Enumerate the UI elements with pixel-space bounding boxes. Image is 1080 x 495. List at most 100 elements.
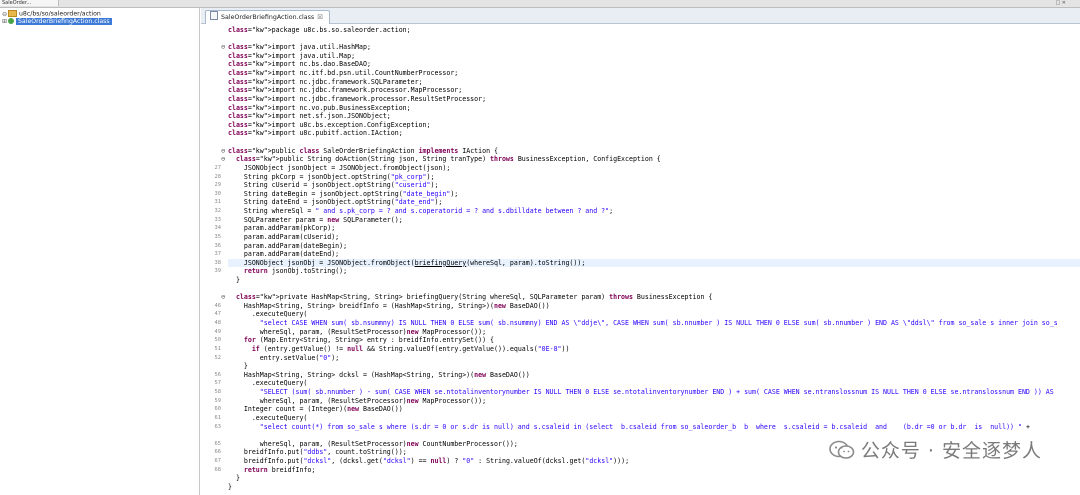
line-number: 31 [214, 199, 222, 206]
code-line[interactable]: .executeQuery( [228, 379, 1080, 388]
folder-icon [8, 10, 17, 17]
code-line[interactable]: param.addParam(dateEnd); [228, 250, 1080, 259]
top-strip: SaleOrder... □ ✕ [0, 0, 1080, 8]
code-line[interactable]: String cUserid = jsonObject.optString("c… [228, 181, 1080, 190]
watermark: 公众号 · 安全逐梦人 [829, 436, 1042, 463]
class-file-icon [210, 11, 218, 20]
line-number: 68 [214, 466, 222, 473]
line-number: 33 [214, 216, 222, 223]
code-line[interactable] [228, 138, 1080, 147]
class-file-icon [8, 18, 14, 24]
code-line[interactable]: HashMap<String, String> dcksl = (HashMap… [228, 371, 1080, 380]
line-number: 59 [214, 397, 222, 404]
code-line[interactable]: "SELECT (sum( sb.nnumber ) - sum( CASE W… [228, 388, 1080, 397]
code-line[interactable]: class="kw">import nc.jdbc.framework.SQLP… [228, 78, 1080, 87]
code-line[interactable]: Integer count = (Integer)(new BaseDAO()) [228, 405, 1080, 414]
tree-item-class-file[interactable]: ⊞ SaleOrderBriefingAction.class [2, 18, 112, 26]
code-line[interactable]: class="kw">import u8c.bs.exception.Confi… [228, 121, 1080, 130]
code-line[interactable]: } [228, 362, 1080, 371]
code-line[interactable]: String pkCorp = jsonObject.optString("pk… [228, 173, 1080, 182]
code-line[interactable]: class="kw">private HashMap<String, Strin… [228, 293, 1080, 302]
close-tab-icon[interactable]: ☒ [317, 14, 323, 21]
line-number: 65 [214, 440, 222, 447]
code-line[interactable]: String dateBegin = jsonObject.optString(… [228, 190, 1080, 199]
code-line[interactable]: whereSql, param, (ResultSetProcessor)new… [228, 397, 1080, 406]
code-editor[interactable]: SaleOrderBriefingAction.class ☒ class="kw… [201, 8, 1080, 495]
line-number: 47 [214, 311, 222, 318]
code-line[interactable]: class="kw">import u8c.pubitf.action.IAct… [228, 129, 1080, 138]
code-line[interactable]: JSONObject jsonObject = JSONObject.fromO… [228, 164, 1080, 173]
tree-item-label: u8c/bs/so/saleorder/action [19, 10, 101, 18]
code-line[interactable]: String whereSql = " and s.pk_corp = ? an… [228, 207, 1080, 216]
code-line[interactable]: param.addParam(dateBegin); [228, 242, 1080, 251]
tree-item-package[interactable]: ⊖ u8c/bs/so/saleorder/action [2, 10, 101, 18]
wechat-icon [829, 440, 855, 459]
line-number: 46 [214, 302, 222, 309]
code-line[interactable]: .executeQuery( [228, 414, 1080, 423]
code-line[interactable]: } [228, 474, 1080, 483]
watermark-text: 公众号 · 安全逐梦人 [860, 440, 1042, 462]
code-line[interactable] [228, 35, 1080, 44]
fold-toggle-icon[interactable]: ⊖ [221, 147, 225, 156]
code-line[interactable]: class="kw">import nc.vo.pub.BusinessExce… [228, 104, 1080, 113]
code-line[interactable]: for (Map.Entry<String, String> entry : b… [228, 336, 1080, 345]
line-number: 27 [214, 164, 222, 171]
code-line[interactable]: param.addParam(cUserid); [228, 233, 1080, 242]
line-number: 39 [214, 268, 222, 275]
code-line[interactable]: class="kw">import net.sf.json.JSONObject… [228, 112, 1080, 121]
package-explorer: ⊖ u8c/bs/so/saleorder/action ⊞ SaleOrderBr… [0, 8, 200, 495]
line-number: 36 [214, 242, 222, 249]
code-line[interactable]: class="kw">import nc.jdbc.framework.proc… [228, 95, 1080, 104]
line-number: 58 [214, 389, 222, 396]
code-line[interactable]: return jsonObj.toString(); [228, 267, 1080, 276]
line-number: 30 [214, 190, 222, 197]
line-number: 61 [214, 414, 222, 421]
code-line[interactable]: class="kw">public String doAction(String… [228, 155, 1080, 164]
current-code-line[interactable]: JSONObject jsonObj = JSONObject.fromObje… [228, 258, 1080, 268]
tree-item-label: SaleOrderBriefingAction.class [16, 18, 112, 25]
line-number: 28 [214, 173, 222, 180]
line-number: 60 [214, 406, 222, 413]
line-number: 29 [214, 182, 222, 189]
line-number: 56 [214, 371, 222, 378]
code-line[interactable]: entry.setValue("0"); [228, 354, 1080, 363]
code-line[interactable] [228, 285, 1080, 294]
line-number: 57 [214, 380, 222, 387]
code-line[interactable]: class="kw">import nc.jdbc.framework.proc… [228, 86, 1080, 95]
code-line[interactable]: class="kw">package u8c.bs.so.saleorder.a… [228, 26, 1080, 35]
code-line[interactable]: whereSql, param, (ResultSetProcessor)new… [228, 328, 1080, 337]
code-line[interactable]: class="kw">import java.util.HashMap; [228, 43, 1080, 52]
code-area[interactable]: class="kw">package u8c.bs.so.saleorder.a… [201, 24, 1080, 495]
code-line[interactable]: class="kw">import nc.itf.bd.psn.util.Cou… [228, 69, 1080, 78]
code-line[interactable]: class="kw">import java.util.Map; [228, 52, 1080, 61]
editor-tab-label: SaleOrderBriefingAction.class [221, 14, 315, 21]
expand-toggle-icon[interactable]: ⊞ [2, 18, 8, 26]
code-line[interactable]: class="kw">public class SaleOrderBriefin… [228, 147, 1080, 156]
code-line[interactable]: HashMap<String, String> breidfInfo = (Ha… [228, 302, 1080, 311]
code-line[interactable]: } [228, 483, 1080, 492]
line-number: 49 [214, 328, 222, 335]
line-number: 50 [214, 337, 222, 344]
line-number: 51 [214, 345, 222, 352]
line-number: 32 [214, 208, 222, 215]
line-number: 48 [214, 320, 222, 327]
editor-tab[interactable]: SaleOrderBriefingAction.class ☒ [205, 10, 330, 24]
code-line[interactable]: "select count(*) from so_sale s where (s… [228, 423, 1080, 432]
code-line[interactable]: if (entry.getValue() != null && String.v… [228, 345, 1080, 354]
fold-toggle-icon[interactable]: ⊖ [221, 293, 225, 302]
top-editor-tab[interactable]: SaleOrder... [0, 0, 59, 6]
fold-toggle-icon[interactable]: ⊖ [221, 155, 225, 164]
code-line[interactable]: return breidfInfo; [228, 466, 1080, 475]
code-line[interactable]: } [228, 276, 1080, 285]
code-line[interactable]: "select CASE WHEN sum( sb.nsummny) IS NU… [228, 319, 1080, 328]
code-line[interactable]: SQLParameter param = new SQLParameter(); [228, 216, 1080, 225]
code-line[interactable]: class="kw">import nc.bs.dao.BaseDAO; [228, 60, 1080, 69]
line-number: 63 [214, 423, 222, 430]
code-line[interactable]: .executeQuery( [228, 310, 1080, 319]
line-number: 38 [214, 259, 222, 266]
code-line[interactable]: String dateEnd = jsonObject.optString("d… [228, 198, 1080, 207]
line-number: 37 [214, 251, 222, 258]
window-buttons[interactable]: □ ✕ [1055, 1, 1066, 6]
fold-toggle-icon[interactable]: ⊖ [221, 43, 225, 52]
code-line[interactable]: param.addParam(pkCorp); [228, 224, 1080, 233]
